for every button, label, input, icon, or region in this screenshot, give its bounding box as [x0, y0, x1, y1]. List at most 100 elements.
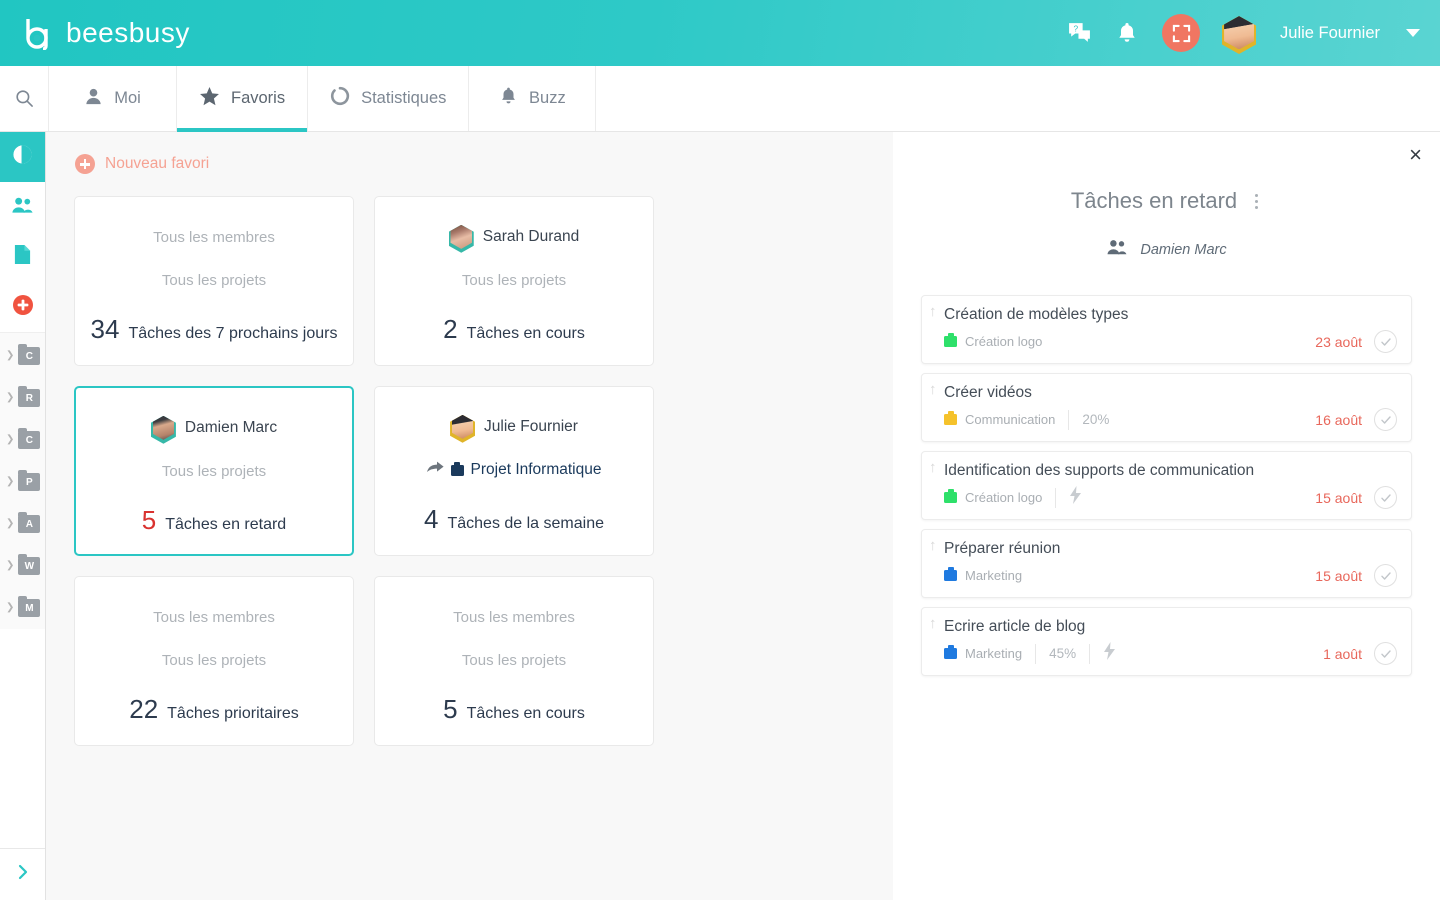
avatar[interactable]: [1222, 14, 1257, 55]
app-header: beesbusy ? Julie Fournier: [0, 0, 1440, 66]
arrow-up-icon: ↑: [929, 381, 937, 398]
expand-sidebar-button[interactable]: [0, 848, 45, 900]
favorite-card[interactable]: Tous les membres Tous les projets 34 Tâc…: [74, 196, 354, 366]
tab-statistiques[interactable]: Statistiques: [307, 66, 468, 131]
left-sidebar: ❯ C ❯ R ❯ C ❯ P ❯ A ❯ W ❯ M: [0, 132, 46, 900]
logo[interactable]: beesbusy: [22, 16, 190, 51]
tab-moi[interactable]: Moi: [48, 66, 176, 131]
card-project: Tous les projets: [462, 268, 566, 292]
project-letter: A: [25, 518, 33, 530]
task-date: 15 août: [1315, 567, 1362, 584]
chevron-down-icon[interactable]: [1406, 29, 1420, 37]
tab-favoris[interactable]: Favoris: [176, 66, 308, 132]
briefcase-icon: [944, 567, 957, 581]
card-scope-label: Sarah Durand: [482, 228, 580, 245]
card-scope-label: Tous les membres: [153, 228, 275, 246]
favorite-card-selected[interactable]: Damien Marc Tous les projets 5 Tâches en…: [74, 386, 354, 556]
close-icon[interactable]: ×: [1409, 144, 1422, 166]
project-letter: C: [25, 350, 33, 362]
task-meta: Communication 20% 16 août: [944, 408, 1397, 431]
task-complete-button[interactable]: [1374, 564, 1397, 587]
favorite-card[interactable]: Julie Fournier Projet Informatique 4 Tâc…: [374, 386, 654, 556]
briefcase-icon: [944, 489, 957, 503]
chevron-right-icon[interactable]: ❯: [6, 393, 14, 403]
panel-header: Tâches en retard: [893, 188, 1440, 214]
document-icon: [13, 244, 32, 270]
sidebar-project-item[interactable]: ❯ R: [0, 377, 45, 419]
card-scope-label: Tous les membres: [453, 608, 575, 626]
notification-bell-icon[interactable]: [1114, 20, 1140, 46]
card-label: Tâches des 7 prochains jours: [128, 325, 338, 342]
favorite-card[interactable]: Sarah Durand Tous les projets 2 Tâches e…: [374, 196, 654, 366]
team-members-icon: [11, 195, 34, 220]
card-label: Tâches en retard: [165, 516, 287, 533]
card-scope-label: Damien Marc: [184, 419, 278, 436]
sidebar-project-item[interactable]: ❯ A: [0, 503, 45, 545]
task-complete-button[interactable]: [1374, 642, 1397, 665]
more-options-icon[interactable]: [1251, 190, 1262, 213]
sidebar-item-documents[interactable]: [0, 232, 45, 282]
tab-buzz[interactable]: Buzz: [468, 66, 597, 131]
messages-help-icon[interactable]: ?: [1066, 20, 1092, 46]
beesbusy-logo-icon: [22, 16, 56, 51]
search-icon[interactable]: [0, 66, 48, 131]
panel-title: Tâches en retard: [1070, 188, 1238, 213]
sidebar-project-item[interactable]: ❯ W: [0, 545, 45, 587]
card-count: 5: [141, 505, 157, 535]
task-title: Ecrire article de blog: [944, 618, 1086, 635]
card-project-label: Tous les projets: [161, 651, 267, 669]
task-complete-button[interactable]: [1374, 486, 1397, 509]
svg-text:?: ?: [1073, 23, 1078, 33]
logo-text: beesbusy: [66, 17, 190, 48]
chevron-right-icon[interactable]: ❯: [6, 435, 14, 445]
favorite-cards: Tous les membres Tous les projets 34 Tâc…: [74, 196, 674, 746]
chevron-right-icon[interactable]: ❯: [6, 351, 14, 361]
project-tag: C: [18, 344, 41, 365]
favorite-card[interactable]: Tous les membres Tous les projets 5 Tâch…: [374, 576, 654, 746]
arrow-up-icon: ↑: [929, 537, 937, 554]
card-scope: Sarah Durand: [448, 223, 580, 253]
favorite-card[interactable]: Tous les membres Tous les projets 22 Tâc…: [74, 576, 354, 746]
task-title: Créer vidéos: [944, 384, 1032, 401]
tab-label: Favoris: [231, 89, 286, 107]
divider: [1035, 643, 1037, 664]
task-complete-button[interactable]: [1374, 330, 1397, 353]
chevron-right-icon[interactable]: ❯: [6, 519, 14, 529]
arrow-up-icon: ↑: [929, 459, 937, 476]
task-project: Communication: [965, 412, 1056, 427]
task-title: Préparer réunion: [944, 540, 1061, 557]
avatar: [150, 414, 176, 444]
new-favorite-button[interactable]: Nouveau favori: [75, 154, 893, 174]
fullscreen-button[interactable]: [1162, 14, 1201, 52]
sidebar-project-item[interactable]: ❯ P: [0, 461, 45, 503]
card-label: Tâches prioritaires: [167, 705, 299, 722]
card-summary: 5 Tâches en retard: [142, 505, 286, 536]
divider: [1068, 409, 1070, 430]
sidebar-item-dashboard[interactable]: [0, 132, 45, 182]
sidebar-item-add[interactable]: [0, 282, 45, 332]
project-letter: C: [25, 434, 33, 446]
task-row[interactable]: ↑ Créer vidéos Communication 20% 16 août: [921, 373, 1412, 442]
new-favorite-label: Nouveau favori: [105, 155, 210, 172]
sidebar-project-item[interactable]: ❯ M: [0, 587, 45, 629]
task-date: 23 août: [1315, 333, 1362, 350]
task-row[interactable]: ↑ Préparer réunion Marketing 15 août: [921, 529, 1412, 598]
chevron-right-icon[interactable]: ❯: [6, 603, 14, 613]
chevron-right-icon[interactable]: ❯: [6, 561, 14, 571]
task-row[interactable]: ↑ Identification des supports de communi…: [921, 451, 1412, 520]
card-scope: Tous les membres: [153, 223, 275, 251]
project-tag: A: [18, 512, 41, 533]
task-complete-button[interactable]: [1374, 408, 1397, 431]
task-row[interactable]: ↑ Création de modèles types Création log…: [921, 295, 1412, 364]
task-row[interactable]: ↑ Ecrire article de blog Marketing 45% 1…: [921, 607, 1412, 676]
sidebar-item-members[interactable]: [0, 182, 45, 232]
card-label: Tâches de la semaine: [447, 515, 604, 532]
person-icon: [84, 87, 103, 111]
sidebar-project-item[interactable]: ❯ C: [0, 335, 45, 377]
sidebar-project-item[interactable]: ❯ C: [0, 419, 45, 461]
card-summary: 2 Tâches en cours: [443, 314, 585, 345]
project-letter: M: [25, 602, 34, 614]
chevron-right-icon[interactable]: ❯: [6, 477, 14, 487]
task-project: Marketing: [965, 646, 1023, 661]
arrow-up-icon: ↑: [929, 303, 937, 320]
